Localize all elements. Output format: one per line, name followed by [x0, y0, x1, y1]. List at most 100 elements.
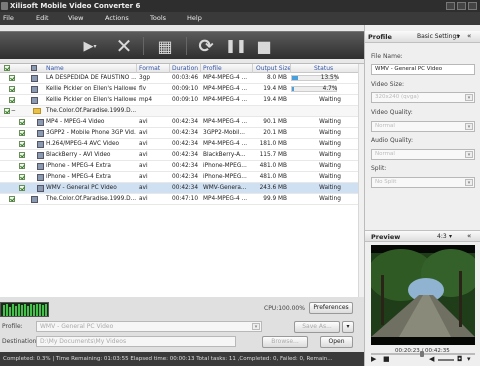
row-checkbox[interactable]: [9, 97, 15, 103]
cell-status: Waiting: [319, 196, 341, 202]
col-status[interactable]: Status: [314, 65, 333, 72]
maximize-icon[interactable]: [457, 2, 466, 10]
cell-format: avi: [139, 163, 148, 169]
table-row[interactable]: BlackBerry - AVI Video avi 00:42:34 BlackBe…: [0, 150, 358, 161]
row-checkbox[interactable]: [19, 152, 25, 158]
row-checkbox[interactable]: [19, 185, 25, 191]
cell-duration: 00:42:34: [172, 185, 199, 191]
col-profile[interactable]: Profile: [203, 65, 222, 72]
video-file-icon: [37, 174, 44, 181]
file-name-input[interactable]: WMV - General PC Video: [371, 64, 475, 75]
profile-label: Profile:: [2, 323, 23, 330]
video-quality-select[interactable]: Normal ▾: [371, 121, 475, 132]
volume-icon[interactable]: ◀: [429, 355, 434, 363]
save-as-button[interactable]: Save As...: [294, 321, 340, 333]
table-row[interactable]: iPhone - MPEG-4 Extra avi 00:42:34 iPhone-M…: [0, 161, 358, 172]
menu-view[interactable]: View: [68, 12, 83, 25]
folder-icon[interactable]: ▾: [467, 355, 471, 363]
browse-button[interactable]: Browse...: [262, 336, 308, 348]
audio-quality-select[interactable]: Normal ▾: [371, 149, 475, 160]
col-name[interactable]: Name: [46, 65, 64, 72]
row-checkbox[interactable]: [19, 130, 25, 136]
cell-profile: MP4-MPEG-4 ...: [203, 97, 248, 103]
table-row[interactable]: The.Color.Of.Paradise.1999.D... avi 00:47:…: [0, 194, 358, 205]
volume-slider[interactable]: [438, 359, 454, 361]
file-list: Name Format Duration Profile Output Size…: [0, 63, 364, 298]
profile-select[interactable]: WMV - General PC Video ▾: [36, 321, 262, 332]
panel-toggle-icon[interactable]: «: [467, 32, 471, 40]
video-file-icon: [37, 163, 44, 170]
menu-file[interactable]: File: [3, 12, 14, 25]
cell-status: Waiting: [319, 130, 341, 136]
row-checkbox[interactable]: [4, 108, 10, 114]
convert-button[interactable]: ⟳: [194, 32, 218, 60]
clip-button[interactable]: ▦: [150, 32, 180, 60]
type-column-icon: [31, 65, 37, 71]
profile-tab[interactable]: Profile: [368, 33, 392, 41]
table-row[interactable]: MP4 - MPEG-4 Video avi 00:42:34 MP4-MPEG-4 …: [0, 117, 358, 128]
row-checkbox[interactable]: [19, 141, 25, 147]
row-checkbox[interactable]: [19, 119, 25, 125]
cell-profile: MP4-MPEG-4 ...: [203, 196, 248, 202]
row-checkbox[interactable]: [9, 86, 15, 92]
table-row[interactable]: iPhone - MPEG-4 Extra avi 00:42:34 iPhone-M…: [0, 172, 358, 183]
close-icon[interactable]: [468, 2, 477, 10]
group-row[interactable]: − The.Color.Of.Paradise.1999.D...: [0, 106, 358, 117]
row-checkbox[interactable]: [19, 174, 25, 180]
row-checkbox[interactable]: [9, 75, 15, 81]
collapse-icon[interactable]: −: [11, 106, 16, 116]
cell-duration: 00:42:34: [172, 174, 199, 180]
toolbar: ▶ ▾ ✕ ▦ ⟳ ❚❚ ■: [0, 31, 364, 59]
basic-settings-dropdown[interactable]: Basic Settings: [417, 33, 459, 40]
snapshot-icon[interactable]: ◘: [457, 355, 463, 363]
split-label: Split:: [371, 165, 387, 172]
cell-duration: 00:09:10: [172, 97, 199, 103]
video-size-select[interactable]: 320x240 (qvga) ▾: [371, 92, 475, 103]
menu-tools[interactable]: Tools: [150, 12, 166, 25]
add-video-button[interactable]: ▶ ▾: [76, 32, 104, 60]
file-name-label: File Name:: [371, 53, 403, 60]
profile-dropdown-button[interactable]: ▾: [342, 321, 354, 333]
menu-help[interactable]: Help: [187, 12, 202, 25]
destination-input[interactable]: D:\My Documents\My Videos: [36, 336, 236, 347]
select-all-checkbox[interactable]: [4, 65, 10, 71]
table-row[interactable]: LA DESPEDIDA DE FAUSTINO ... 3gp 00:03:46 M…: [0, 73, 358, 84]
cell-status: Waiting: [319, 119, 341, 125]
pause-button[interactable]: ❚❚: [224, 32, 248, 60]
cell-status: Waiting: [319, 141, 341, 147]
menu-actions[interactable]: Actions: [105, 12, 129, 25]
table-row[interactable]: 3GPP2 - Mobile Phone 3GP Vid... avi 00:42:…: [0, 128, 358, 139]
aspect-ratio-select[interactable]: 4:3: [437, 233, 447, 240]
table-row[interactable]: Kellie Pickler on Ellen's Hallowe... flv 0…: [0, 84, 358, 95]
cell-format: mp4: [139, 97, 153, 103]
cell-format: avi: [139, 196, 148, 202]
open-button[interactable]: Open: [320, 336, 353, 348]
preview-header: Preview 4:3 ▾ «: [365, 230, 480, 242]
profile-panel-header: Profile Basic Settings ▾ «: [365, 31, 480, 43]
video-quality-value: Normal: [375, 123, 395, 129]
stop-button[interactable]: ■: [252, 32, 276, 60]
cell-format: avi: [139, 174, 148, 180]
table-row[interactable]: Kellie Pickler on Ellen's Hallowe... mp4 0…: [0, 95, 358, 106]
preferences-button[interactable]: Preferences: [309, 302, 353, 314]
cell-profile: iPhone-MPEG...: [203, 163, 247, 169]
menu-edit[interactable]: Edit: [36, 12, 49, 25]
play-icon[interactable]: ▶: [371, 355, 376, 363]
cell-format: avi: [139, 130, 148, 136]
col-duration[interactable]: Duration: [172, 65, 198, 72]
table-row[interactable]: H.264/MPEG-4 AVC Video avi 00:42:34 MP4-MPE…: [0, 139, 358, 150]
row-checkbox[interactable]: [19, 163, 25, 169]
window-title: Xilisoft Mobile Video Converter 6: [10, 2, 141, 10]
stop-icon[interactable]: ■: [383, 355, 390, 363]
cell-name: 3GPP2 - Mobile Phone 3GP Vid...: [46, 130, 136, 136]
panel-toggle-icon[interactable]: «: [467, 232, 471, 240]
split-select[interactable]: No Split ▾: [371, 177, 475, 188]
row-checkbox[interactable]: [9, 196, 15, 202]
col-format[interactable]: Format: [139, 65, 160, 72]
minimize-icon[interactable]: [446, 2, 455, 10]
remove-button[interactable]: ✕: [112, 32, 136, 60]
split-value: No Split: [375, 179, 397, 185]
table-row[interactable]: WMV - General PC Video avi 00:42:34 WMV-Gen…: [0, 183, 358, 194]
cell-name: MP4 - MPEG-4 Video: [46, 119, 105, 125]
col-output-size[interactable]: Output Size: [256, 65, 291, 72]
